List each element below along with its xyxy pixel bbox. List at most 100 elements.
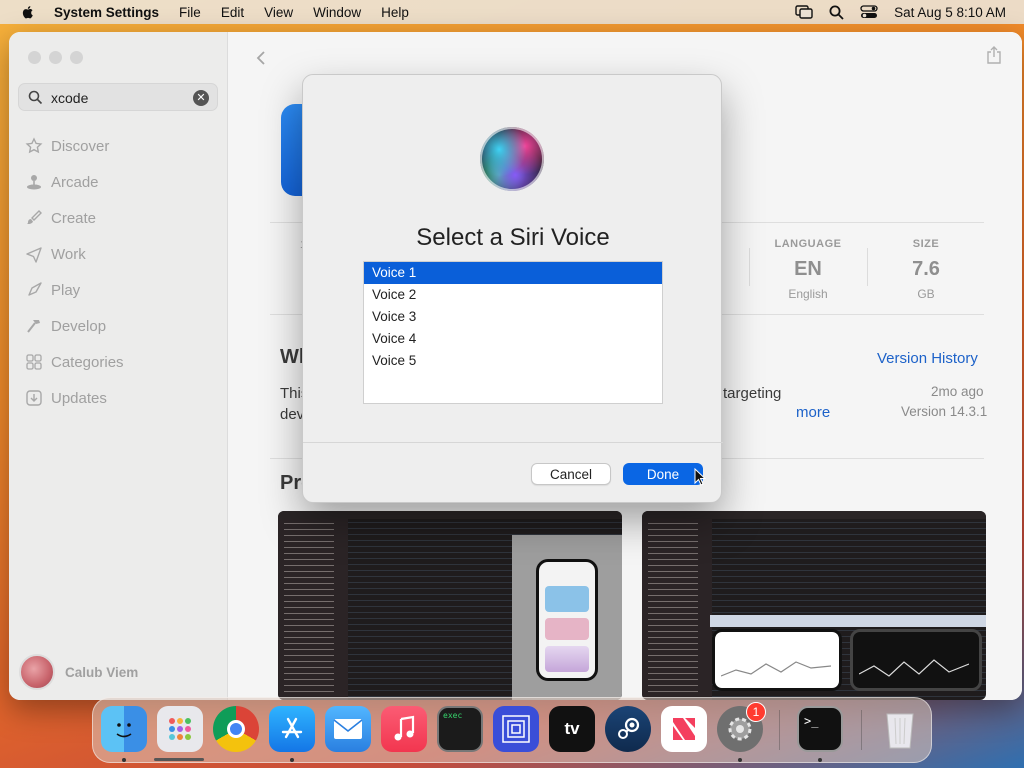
- running-indicator: [738, 758, 742, 762]
- news-icon[interactable]: [661, 706, 707, 752]
- card: [545, 646, 589, 672]
- user-account[interactable]: Calub Viem: [19, 654, 138, 690]
- size-sub: GB: [917, 287, 935, 301]
- menu-edit[interactable]: Edit: [221, 5, 244, 20]
- language-value: EN: [794, 258, 822, 280]
- sidebar-item-discover[interactable]: Discover: [9, 128, 228, 164]
- app-store-icon[interactable]: [269, 706, 315, 752]
- minimize-window-button[interactable]: [49, 51, 62, 64]
- screenshot-preview-2[interactable]: [642, 511, 986, 700]
- sidebar-item-work[interactable]: Work: [9, 236, 228, 272]
- finder-icon[interactable]: [101, 706, 147, 752]
- siri-orb-icon: [480, 127, 544, 191]
- voice-option-5[interactable]: Voice 5: [364, 350, 662, 372]
- release-time: 2mo ago: [931, 384, 984, 399]
- size-value: 7.6: [912, 258, 940, 280]
- sidebar-item-develop[interactable]: Develop: [9, 308, 228, 344]
- search-icon: [28, 90, 43, 105]
- terminal-icon[interactable]: >_: [797, 706, 843, 752]
- divider: [303, 442, 723, 443]
- chrome-icon[interactable]: [213, 706, 259, 752]
- version-history-link[interactable]: Version History: [877, 350, 978, 367]
- file-navigator: [278, 519, 348, 700]
- version-number: Version 14.3.1: [901, 404, 988, 419]
- search-field[interactable]: ✕: [18, 83, 218, 111]
- menu-file[interactable]: File: [179, 5, 201, 20]
- language-sub: English: [788, 287, 828, 301]
- menu-app-name[interactable]: System Settings: [54, 5, 159, 20]
- launchpad-icon[interactable]: [157, 706, 203, 752]
- spotlight-search-icon[interactable]: [829, 5, 844, 20]
- screen-mirroring-icon[interactable]: [795, 5, 813, 19]
- card: [545, 618, 589, 640]
- sidebar-item-label: Play: [51, 281, 81, 299]
- paper-plane-icon: [26, 247, 42, 263]
- sidebar-item-categories[interactable]: Categories: [9, 344, 228, 380]
- apple-tv-icon[interactable]: tv: [549, 706, 595, 752]
- card: [545, 586, 589, 612]
- sidebar-item-create[interactable]: Create: [9, 200, 228, 236]
- menu-clock[interactable]: Sat Aug 5 8:10 AM: [894, 5, 1006, 20]
- running-indicator: [122, 758, 126, 762]
- mouse-cursor-icon: [694, 468, 706, 486]
- voice-list[interactable]: Voice 1 Voice 2 Voice 3 Voice 4 Voice 5: [363, 261, 663, 404]
- menu-help[interactable]: Help: [381, 5, 409, 20]
- screens-icon[interactable]: [493, 706, 539, 752]
- search-input[interactable]: [51, 88, 191, 108]
- sidebar-item-label: Develop: [51, 317, 107, 335]
- chevron-left-icon[interactable]: [255, 50, 267, 66]
- brush-icon: [27, 210, 42, 225]
- apple-logo-icon[interactable]: [20, 4, 36, 20]
- voice-option-4[interactable]: Voice 4: [364, 328, 662, 350]
- voice-option-3[interactable]: Voice 3: [364, 306, 662, 328]
- phone-preview: [536, 559, 598, 681]
- divider: [749, 248, 750, 286]
- cancel-button[interactable]: Cancel: [531, 463, 611, 485]
- trash-icon[interactable]: [877, 706, 923, 752]
- siri-voice-dialog: Select a Siri Voice Voice 1 Voice 2 Voic…: [302, 74, 723, 503]
- voice-option-2[interactable]: Voice 2: [364, 284, 662, 306]
- clear-search-icon[interactable]: ✕: [193, 90, 209, 106]
- line-chart-icon: [859, 659, 969, 677]
- mail-icon[interactable]: [325, 706, 371, 752]
- terminal-icon[interactable]: exec: [437, 706, 483, 752]
- toolbar: [278, 511, 622, 519]
- rocket-icon: [28, 282, 42, 296]
- control-center-icon[interactable]: [860, 5, 878, 19]
- sidebar-item-label: Arcade: [51, 173, 99, 191]
- menu-window[interactable]: Window: [313, 5, 361, 20]
- screenshot-preview-1[interactable]: [278, 511, 622, 700]
- avatar: [19, 654, 55, 690]
- menu-bar: System Settings File Edit View Window He…: [0, 0, 1024, 24]
- size-stat: SIZE 7.6 GB: [886, 238, 966, 301]
- share-icon[interactable]: [986, 46, 1002, 64]
- sidebar-nav: Discover Arcade Create Work Play Develop: [9, 128, 228, 416]
- sidebar-item-arcade[interactable]: Arcade: [9, 164, 228, 200]
- more-link[interactable]: more: [796, 404, 830, 421]
- star-icon: [25, 137, 43, 154]
- music-icon[interactable]: [381, 706, 427, 752]
- done-button[interactable]: Done: [623, 463, 703, 485]
- grid-icon: [26, 354, 42, 370]
- sidebar-item-play[interactable]: Play: [9, 272, 228, 308]
- sidebar-item-label: Create: [51, 209, 97, 227]
- voice-option-1[interactable]: Voice 1: [364, 262, 662, 284]
- close-window-button[interactable]: [28, 51, 41, 64]
- whats-new-body-right: targeting: [723, 385, 782, 402]
- tv-label: tv: [564, 719, 580, 738]
- dark-chart-card: [850, 629, 982, 691]
- panel-header: [710, 615, 986, 627]
- running-indicator: [818, 758, 822, 762]
- zoom-window-button[interactable]: [70, 51, 83, 64]
- steam-icon[interactable]: [605, 706, 651, 752]
- user-name: Calub Viem: [65, 664, 139, 680]
- sidebar-item-label: Updates: [51, 389, 107, 407]
- light-chart-card: [712, 629, 842, 691]
- menu-view[interactable]: View: [264, 5, 293, 20]
- dock-separator: [861, 710, 862, 750]
- running-indicator: [290, 758, 294, 762]
- sidebar-item-label: Discover: [51, 137, 110, 155]
- download-icon: [26, 390, 42, 406]
- hammer-icon: [27, 320, 40, 333]
- sidebar-item-updates[interactable]: Updates: [9, 380, 228, 416]
